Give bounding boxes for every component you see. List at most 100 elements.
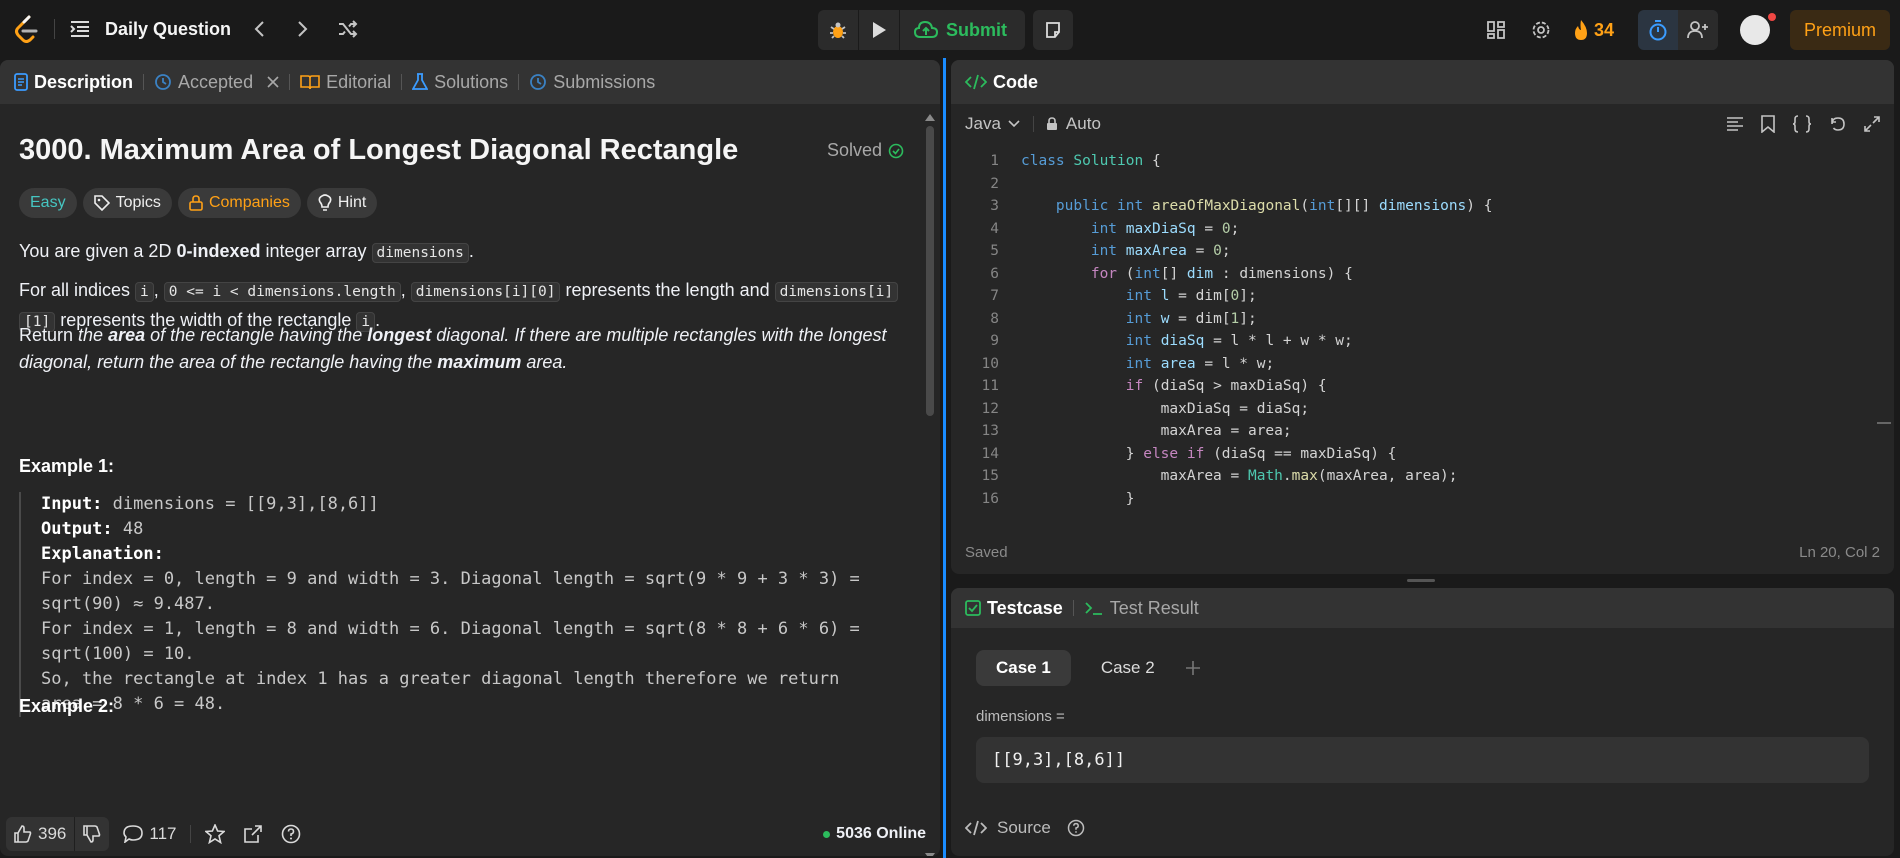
bug-icon (828, 20, 848, 40)
notification-dot (1767, 13, 1776, 21)
bookmark-icon[interactable] (1761, 115, 1775, 133)
thumbs-down-icon (83, 825, 101, 843)
language-label: Java (965, 114, 1001, 133)
code-header: Code (951, 60, 1894, 104)
tab-submissions[interactable]: Submissions (529, 72, 655, 93)
source-row: Source (965, 818, 1085, 838)
case-1-button[interactable]: Case 1 (976, 650, 1071, 686)
document-icon (14, 73, 28, 91)
share-icon[interactable] (243, 824, 263, 844)
braces-icon[interactable] (1792, 115, 1812, 133)
invite-user-button[interactable] (1677, 10, 1718, 50)
cursor-position: Ln 20, Col 2 (1799, 544, 1880, 561)
case-selector: Case 1 Case 2 (976, 650, 1201, 686)
daily-streak[interactable]: 34 (1572, 19, 1614, 41)
format-icon[interactable] (1726, 116, 1744, 132)
case-2-button[interactable]: Case 2 (1081, 650, 1175, 686)
language-select[interactable]: Java (965, 114, 1021, 134)
leetcode-logo-icon[interactable] (12, 14, 40, 44)
close-icon[interactable] (267, 76, 279, 88)
source-label[interactable]: Source (997, 818, 1051, 838)
online-dot (823, 830, 831, 838)
flame-icon (1572, 19, 1590, 41)
lock-icon (1046, 117, 1058, 131)
tag-icon (93, 195, 110, 211)
run-button[interactable] (859, 10, 899, 50)
topics-chip[interactable]: Topics (82, 188, 172, 218)
comment-count: 117 (149, 824, 177, 843)
tab-editorial[interactable]: Editorial (300, 72, 391, 93)
example-2-heading: Example 2: (19, 696, 115, 716)
code-editor[interactable]: 1 class Solution { 2 3 public int areaOfM… (951, 150, 1894, 522)
help-circle-icon[interactable] (281, 824, 301, 844)
avatar[interactable] (1739, 13, 1776, 45)
cloud-upload-icon (914, 20, 938, 40)
tab-code[interactable]: Code (965, 72, 1038, 93)
check-circle-icon (888, 143, 904, 159)
testcase-tabs: Testcase Test Result (951, 588, 1894, 628)
hint-chip[interactable]: Hint (306, 188, 378, 218)
add-user-icon (1687, 20, 1709, 40)
timer-button[interactable] (1638, 10, 1678, 50)
dislike-button[interactable] (75, 825, 109, 843)
tab-test-result[interactable]: Test Result (1084, 598, 1199, 619)
description-panel: Description Accepted Editorial Solutions (0, 60, 940, 856)
scroll-thumb[interactable] (926, 126, 934, 416)
reset-icon[interactable] (1829, 115, 1847, 133)
history-icon (529, 73, 547, 91)
dimensions-input[interactable]: [[9,3],[8,6]] (976, 737, 1869, 783)
example-1-heading: Example 1: (19, 456, 115, 476)
comments-button[interactable]: 117 (123, 824, 176, 844)
help-circle-icon[interactable] (1067, 819, 1085, 837)
daily-question-title[interactable]: Daily Question (105, 19, 231, 40)
top-bar: Daily Question Submit 34 Premium (0, 0, 1900, 58)
chevron-left-icon[interactable] (253, 19, 267, 39)
param-label: dimensions = (976, 708, 1065, 725)
star-icon[interactable] (205, 824, 226, 844)
editor-toolbar: Java Auto (951, 104, 1894, 144)
vertical-resize-handle[interactable] (1407, 579, 1435, 582)
expand-icon[interactable] (1864, 116, 1880, 132)
settings-gear-icon[interactable] (1530, 19, 1552, 41)
tab-accepted[interactable]: Accepted (154, 72, 279, 93)
flask-icon (412, 73, 429, 91)
code-panel: Code Java Auto 1 class Solution {2 3 pu… (951, 60, 1894, 574)
description-scrollbar[interactable] (924, 112, 936, 856)
panel-resize-handle[interactable] (943, 58, 946, 858)
solved-status: Solved (827, 140, 904, 161)
streak-count: 34 (1593, 19, 1614, 40)
stopwatch-icon (1648, 19, 1668, 41)
tab-solutions[interactable]: Solutions (412, 72, 508, 93)
plus-icon[interactable] (1185, 660, 1201, 676)
autocomplete-mode[interactable]: Auto (1046, 114, 1101, 134)
submit-label: Submit (946, 19, 1007, 40)
history-icon (154, 73, 172, 91)
testcase-panel: Testcase Test Result Case 1 Case 2 dimen… (951, 588, 1894, 856)
problem-title: 3000. Maximum Area of Longest Diagonal R… (19, 134, 739, 166)
debug-button[interactable] (818, 10, 858, 50)
layout-grid-icon[interactable] (1486, 20, 1506, 40)
companies-chip[interactable]: Companies (177, 188, 301, 218)
comment-icon (123, 825, 144, 843)
like-button[interactable]: 396 (6, 824, 74, 844)
saved-status: Saved (965, 544, 1008, 561)
notes-button[interactable] (1033, 10, 1073, 50)
online-count: 5036 Online (823, 825, 926, 843)
lightbulb-icon (318, 194, 332, 212)
book-icon (300, 74, 320, 90)
problem-list-icon[interactable] (69, 19, 91, 39)
premium-button[interactable]: Premium (1789, 10, 1890, 50)
code-brackets-icon (965, 74, 987, 90)
tab-testcase[interactable]: Testcase (965, 598, 1063, 619)
statement-paragraph-1: You are given a 2D 0-indexed integer arr… (19, 241, 474, 263)
shuffle-icon[interactable] (337, 20, 359, 38)
tab-description[interactable]: Description (14, 72, 133, 93)
submit-button[interactable]: Submit (900, 10, 1025, 50)
note-icon (1044, 21, 1062, 39)
chevron-down-icon (1007, 119, 1021, 129)
play-icon (871, 21, 887, 39)
like-count: 396 (38, 824, 67, 843)
vote-group: 396 (6, 817, 110, 851)
chevron-right-icon[interactable] (295, 19, 309, 39)
description-footer: 396 117 5036 Online (0, 812, 940, 856)
